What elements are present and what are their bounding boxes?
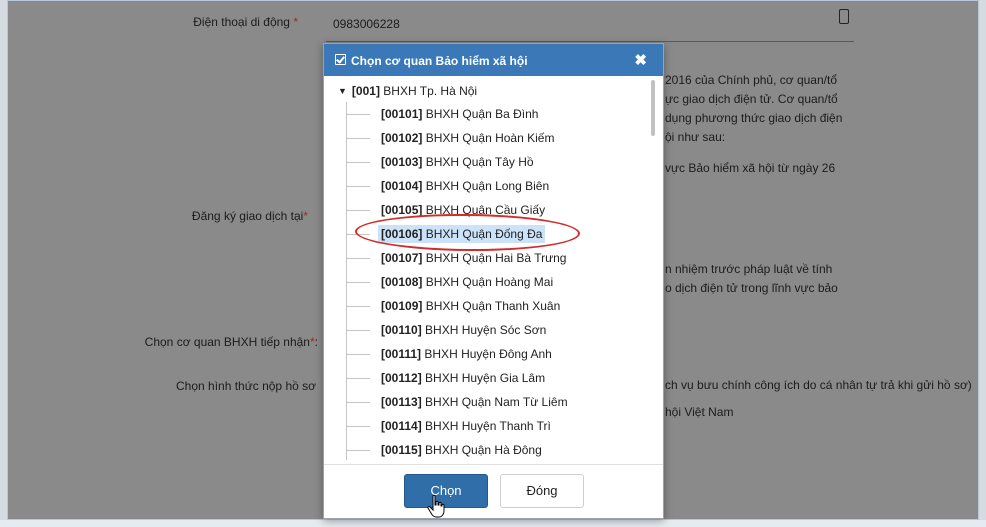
submit-method-label: Chọn hình thức nộp hồ sơ: [68, 379, 316, 393]
phone-label: Điện thoại di động *: [128, 15, 298, 29]
phone-input[interactable]: 0983006228: [333, 17, 400, 31]
tree-item-code: [00108]: [381, 275, 423, 289]
tree-item-name: BHXH Quận Cầu Giấy: [425, 203, 546, 217]
tree-item[interactable]: [00110] BHXH Huyện Sóc Sơn: [338, 318, 638, 342]
bg-text-4: ội như sau:: [665, 130, 726, 144]
submit-method-label-text: Chọn hình thức nộp hồ sơ: [176, 379, 316, 393]
agency-select-modal: Chọn cơ quan Bảo hiểm xã hội ✖ ▼ [001] BH…: [323, 43, 664, 519]
frame-bottom-bar: [0, 520, 986, 527]
agency-label-text: Chọn cơ quan BHXH tiếp nhận: [144, 335, 310, 349]
phone-input-underline: [326, 41, 854, 42]
tree-item-code: [00107]: [381, 251, 423, 265]
tree-item-code: [00112]: [381, 371, 422, 385]
close-button[interactable]: Đóng: [500, 474, 584, 508]
tree-item-name: BHXH Quận Long Biên: [425, 179, 550, 193]
tree-item-code: [00109]: [381, 299, 423, 313]
tree-item[interactable]: [00104] BHXH Quận Long Biên: [338, 174, 638, 198]
tree-item-selected[interactable]: [00106] BHXH Quận Đống Đa: [338, 222, 638, 246]
tree-item-name: BHXH Quận Thanh Xuân: [425, 299, 561, 313]
tree-item-name: BHXH Huyện Sóc Sơn: [425, 323, 547, 337]
bg-text-1: 2016 của Chính phủ, cơ quan/tổ: [665, 73, 837, 87]
tree-item[interactable]: [00112] BHXH Huyện Gia Lâm: [338, 366, 638, 390]
tree-item-name: BHXH Quận Tây Hồ: [425, 155, 534, 169]
tree-item-name: BHXH Quận Nam Từ Liêm: [425, 395, 568, 409]
tree-item-name: BHXH Quận Ba Đình: [425, 107, 539, 121]
bg-text-5: vực Bảo hiểm xã hội từ ngày 26: [665, 161, 836, 175]
tree-item-name: BHXH Quận Hoàng Mai: [425, 275, 554, 289]
bg-text-8: ch vụ bưu chính công ích do cá nhân tự t…: [665, 378, 972, 392]
agency-label-suffix: :: [314, 335, 318, 349]
tree-item[interactable]: [00114] BHXH Huyện Thanh Trì: [338, 414, 638, 438]
tree-item-name: BHXH Quận Hà Đông: [425, 443, 542, 457]
tree-item[interactable]: [00102] BHXH Quận Hoàn Kiếm: [338, 126, 638, 150]
phone-label-text: Điện thoại di động: [193, 15, 290, 29]
agency-label: Chọn cơ quan BHXH tiếp nhận*:: [68, 335, 318, 349]
tree-item[interactable]: [00105] BHXH Quận Cầu Giấy: [338, 198, 638, 222]
tree-item-code: [00101]: [381, 107, 423, 121]
bg-text-6: n nhiệm trước pháp luật về tính: [665, 262, 833, 276]
bg-text-3: dụng phương thức giao dịch điện: [665, 111, 843, 125]
tree-scrollbar[interactable]: [651, 80, 655, 136]
tree-root-name: BHXH Tp. Hà Nội: [383, 84, 478, 98]
close-icon[interactable]: ✖: [634, 51, 647, 69]
tree-item[interactable]: [00113] BHXH Quận Nam Từ Liêm: [338, 390, 638, 414]
tree-item[interactable]: [00101] BHXH Quận Ba Đình: [338, 102, 638, 126]
tree-item-name: BHXH Quận Đống Đa: [425, 227, 543, 241]
tree-item-code: [00103]: [381, 155, 423, 169]
modal-header: Chọn cơ quan Bảo hiểm xã hội ✖: [324, 44, 663, 76]
tree-item-code: [00105]: [381, 203, 423, 217]
tree-item[interactable]: [00107] BHXH Quận Hai Bà Trưng: [338, 246, 638, 270]
tree-root-code: [001]: [351, 84, 380, 98]
choose-button[interactable]: Chọn: [404, 474, 488, 508]
register-required-mark: *: [303, 209, 308, 223]
tree-item-code: [00102]: [381, 131, 423, 145]
tree-item-code: [00111]: [381, 347, 422, 361]
phone-required-mark: *: [293, 15, 298, 29]
tree-item[interactable]: [00111] BHXH Huyện Đông Anh: [338, 342, 638, 366]
tree-item-code: [00113]: [381, 395, 422, 409]
tree-item-code: [00115]: [381, 443, 422, 457]
mobile-phone-icon: [839, 9, 849, 24]
bg-text-9: hội Việt Nam: [665, 405, 734, 419]
caret-down-icon[interactable]: ▼: [338, 80, 347, 102]
tree-item-name: BHXH Huyện Gia Lâm: [425, 371, 546, 385]
tree-item-name: BHXH Quận Hoàn Kiếm: [425, 131, 555, 145]
tree-item-code: [00106]: [381, 227, 423, 241]
tree-item[interactable]: [00103] BHXH Quận Tây Hồ: [338, 150, 638, 174]
tree-item-code: [00110]: [381, 323, 422, 337]
register-label-text: Đăng ký giao dịch tại: [191, 209, 304, 223]
tree-item-name: BHXH Huyện Đông Anh: [424, 347, 552, 361]
modal-footer: Chọn Đóng: [324, 464, 663, 520]
tree-item-name: BHXH Huyện Thanh Trì: [425, 419, 551, 433]
modal-title: Chọn cơ quan Bảo hiểm xã hội: [351, 54, 528, 68]
agency-tree[interactable]: ▼ [001] BHXH Tp. Hà Nội [00101] BHXH Quận…: [338, 80, 642, 460]
tree-item[interactable]: [00109] BHXH Quận Thanh Xuân: [338, 294, 638, 318]
tree-root-node[interactable]: ▼ [001] BHXH Tp. Hà Nội: [338, 80, 477, 102]
tree-item-code: [00104]: [381, 179, 423, 193]
tree-item[interactable]: [00108] BHXH Quận Hoàng Mai: [338, 270, 638, 294]
bg-text-2: ực giao dịch điện tử. Cơ quan/tổ: [665, 92, 838, 106]
bg-text-7: o dịch điện tử trong lĩnh vực bảo: [665, 281, 838, 295]
register-label: Đăng ký giao dịch tại*: [118, 209, 308, 223]
tree-item-code: [00114]: [381, 419, 422, 433]
tree-items: [00101] BHXH Quận Ba Đình [00102] BHXH Q…: [338, 102, 638, 460]
tree-item-name: BHXH Quận Hai Bà Trưng: [425, 251, 567, 265]
tree-item[interactable]: [00115] BHXH Quận Hà Đông: [338, 438, 638, 460]
checkbox-icon: [335, 54, 346, 65]
